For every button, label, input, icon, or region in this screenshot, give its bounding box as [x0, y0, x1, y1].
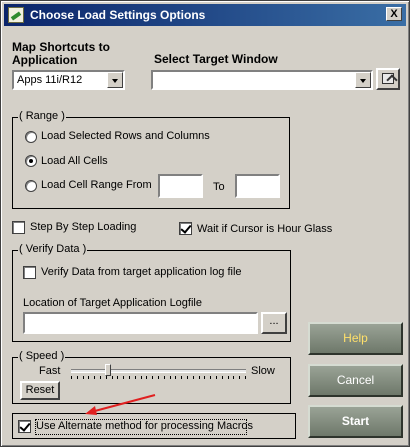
window-title: Choose Load Settings Options [30, 8, 206, 22]
slider-tick [106, 376, 107, 379]
speed-slow-label: Slow [251, 365, 275, 377]
slider-tick [175, 376, 176, 379]
browse-logfile-button[interactable]: ... [261, 312, 287, 334]
speed-group-title: ( Speed ) [18, 350, 66, 362]
slider-tick [164, 376, 165, 379]
verify-group-title: ( Verify Data ) [18, 243, 88, 255]
slider-tick [204, 376, 205, 379]
slider-tick [123, 376, 124, 379]
radio-load-selected[interactable] [25, 131, 37, 143]
slider-tick [233, 376, 234, 379]
alternate-macros-label: Use Alternate method for processing Macr… [36, 420, 254, 432]
slider-tick [77, 376, 78, 379]
slider-tick [129, 376, 130, 379]
slider-tick [100, 376, 101, 379]
window-picker-icon [382, 73, 394, 84]
slider-tick [199, 376, 200, 379]
slider-tick [222, 376, 223, 379]
range-to-label: To [213, 181, 225, 193]
title-bar: Choose Load Settings Options X [4, 4, 406, 26]
slider-tick [88, 376, 89, 379]
logfile-path-input[interactable] [23, 312, 258, 334]
radio-load-all[interactable] [25, 155, 37, 167]
start-button[interactable]: Start [308, 405, 403, 438]
slider-tick [210, 376, 211, 379]
close-button[interactable]: X [386, 7, 402, 21]
slider-tick [245, 376, 246, 379]
verify-data-label: Verify Data from target application log … [41, 266, 242, 278]
slider-tick [117, 376, 118, 379]
map-shortcuts-label: Map Shortcuts to Application [12, 40, 110, 67]
alternate-macros-checkbox[interactable] [18, 420, 31, 433]
slider-tick [83, 376, 84, 379]
slider-tick [94, 376, 95, 379]
reset-speed-button[interactable]: Reset [20, 381, 60, 400]
wait-cursor-checkbox[interactable] [179, 222, 192, 235]
cancel-button[interactable]: Cancel [308, 364, 403, 397]
step-by-step-checkbox[interactable] [12, 221, 25, 234]
step-by-step-label: Step By Step Loading [30, 221, 137, 233]
speed-fast-label: Fast [39, 365, 61, 377]
slider-tick [141, 376, 142, 379]
arrow-line [90, 394, 156, 413]
slider-tick [193, 376, 194, 379]
arrow-head [85, 406, 97, 415]
speed-slider[interactable] [71, 362, 246, 380]
logfile-location-label: Location of Target Application Logfile [23, 297, 202, 309]
slider-track [71, 369, 246, 373]
slider-tick [228, 376, 229, 379]
slider-tick [71, 376, 72, 379]
slider-tick [152, 376, 153, 379]
range-from-input[interactable] [158, 174, 203, 198]
slider-tick [158, 376, 159, 379]
radio-load-range[interactable] [25, 180, 37, 192]
slider-tick [170, 376, 171, 379]
slider-tick [239, 376, 240, 379]
load-settings-dialog: Choose Load Settings Options X Map Short… [0, 0, 410, 447]
slider-tick [216, 376, 217, 379]
annotation-arrow [85, 394, 156, 415]
chevron-down-icon[interactable] [355, 72, 371, 88]
slider-tick [135, 376, 136, 379]
target-window-label: Select Target Window [154, 52, 278, 66]
slider-thumb[interactable] [105, 364, 111, 376]
help-button[interactable]: Help [308, 322, 403, 355]
slider-tick [181, 376, 182, 379]
slider-tick [112, 376, 113, 379]
app-icon [8, 7, 24, 23]
chevron-down-icon[interactable] [107, 72, 123, 88]
range-to-input[interactable] [235, 174, 280, 198]
verify-data-checkbox[interactable] [23, 266, 36, 279]
slider-tick [187, 376, 188, 379]
target-window-combo[interactable] [151, 70, 373, 90]
map-shortcuts-combo[interactable]: Apps 11i/R12 [12, 70, 125, 90]
range-group-title: ( Range ) [18, 110, 66, 122]
slider-tick [146, 376, 147, 379]
radio-load-range-label: Load Cell Range From [41, 179, 152, 191]
map-shortcuts-value: Apps 11i/R12 [17, 74, 83, 86]
wait-cursor-label: Wait if Cursor is Hour Glass [197, 223, 333, 235]
radio-load-selected-label: Load Selected Rows and Columns [41, 130, 210, 142]
radio-load-all-label: Load All Cells [41, 155, 108, 167]
pick-window-button[interactable] [376, 68, 400, 90]
